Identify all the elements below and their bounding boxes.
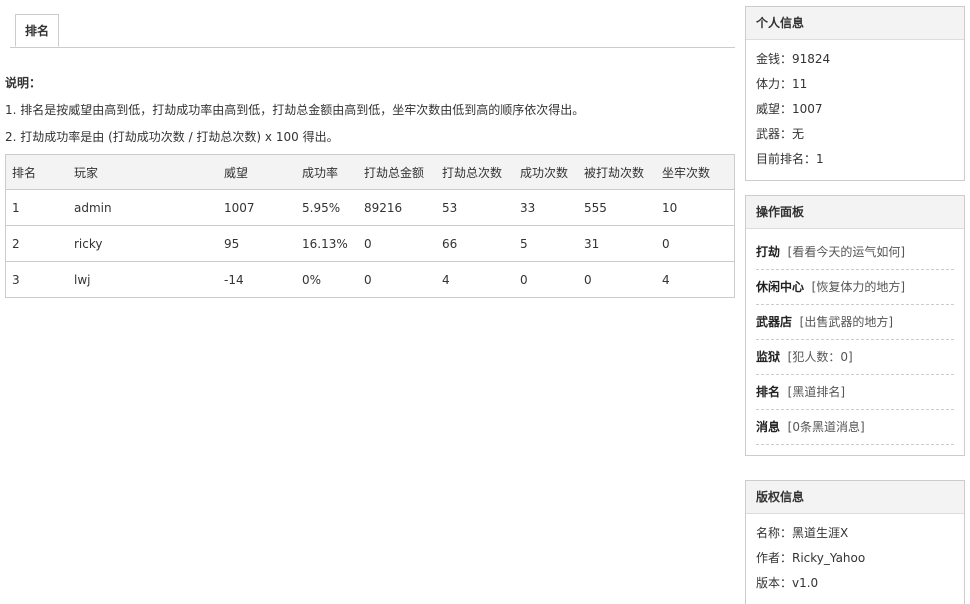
op-desc: [0条黑道消息] [787,420,865,434]
panel-title: 版权信息 [746,481,964,514]
copyright-version: 版本：v1.0 [756,576,819,590]
col-rob-count: 打劫总次数 [436,154,514,190]
op-name[interactable]: 排名 [756,385,780,399]
cell-prestige: 95 [218,225,296,262]
cell-rank: 1 [5,189,68,226]
op-desc: [看看今天的运气如何] [787,245,906,259]
description-heading: 说明： [5,76,42,90]
cell-success-count: 33 [514,189,578,226]
cell-rob-amount: 0 [358,225,436,262]
op-item-weapon-shop[interactable]: 武器店 [出售武器的地方] [756,305,954,340]
panel-title: 个人信息 [746,7,964,40]
cell-success-rate: 0% [302,272,322,287]
op-name[interactable]: 打劫 [756,245,780,259]
table-row: 3 lwj -14 0% 0 4 0 0 4 [6,262,735,298]
col-jail-count: 坐牢次数 [656,154,735,190]
copyright-author: 作者：Ricky_Yahoo [756,551,866,565]
cell-rob-amount: 0 [364,272,372,287]
tab-bar: 排名 [10,0,735,48]
cell-jail-count: 0 [656,225,735,262]
description-line-2: 2. 打劫成功率是由 (打劫成功次数 / 打劫总次数) x 100 得出。 [5,130,339,144]
info-rank: 目前排名：1 [756,152,824,166]
cell-rank: 3 [12,272,20,287]
op-item-leisure[interactable]: 休闲中心 [恢复体力的地方] [756,270,954,305]
info-prestige: 威望：1007 [756,102,823,116]
cell-robbed-count: 0 [584,272,592,287]
cell-robbed-count: 555 [578,189,656,226]
cell-rob-count: 4 [442,272,450,287]
op-item-jail[interactable]: 监狱 [犯人数：0] [756,340,954,375]
cell-success-count: 5 [514,225,578,262]
cell-jail-count: 10 [656,189,735,226]
op-item-messages[interactable]: 消息 [0条黑道消息] [756,410,954,445]
cell-success-rate: 5.95% [296,189,358,226]
personal-info-panel: 个人信息 金钱：91824 体力：11 威望：1007 武器：无 目前排名：1 [745,6,965,181]
ranking-table: 排名 玩家 威望 成功率 打劫总金额 打劫总次数 成功次数 被打劫次数 坐牢次数… [5,154,735,298]
col-player: 玩家 [68,154,218,190]
copyright-name: 名称：黑道生涯X [756,526,849,540]
cell-jail-count: 4 [662,272,670,287]
col-prestige: 威望 [218,154,296,190]
cell-prestige: 1007 [218,189,296,226]
operations-panel: 操作面板 打劫 [看看今天的运气如何] 休闲中心 [恢复体力的地方] 武器店 [… [745,195,965,456]
info-money: 金钱：91824 [756,52,831,66]
col-success-count: 成功次数 [514,154,578,190]
main-content: 排名 说明： 1. 排名是按威望由高到低，打劫成功率由高到低，打劫总金额由高到低… [5,0,735,298]
op-item-rob[interactable]: 打劫 [看看今天的运气如何] [756,235,954,270]
cell-player: admin [68,189,218,226]
cell-success-count: 0 [520,272,528,287]
op-desc: [黑道排名] [787,385,846,399]
cell-rob-amount: 89216 [358,189,436,226]
op-desc: [恢复体力的地方] [811,280,906,294]
copyright-panel: 版权信息 名称：黑道生涯X 作者：Ricky_Yahoo 版本：v1.0 [745,480,965,604]
cell-prestige: -14 [224,272,244,287]
cell-rank: 2 [5,225,68,262]
op-desc: [犯人数：0] [787,350,853,364]
op-item-ranking[interactable]: 排名 [黑道排名] [756,375,954,410]
op-name[interactable]: 休闲中心 [756,280,804,294]
description-line-1: 1. 排名是按威望由高到低，打劫成功率由高到低，打劫总金额由高到低，坐牢次数由低… [5,103,585,117]
info-weapon: 武器：无 [756,127,805,141]
op-desc: [出售武器的地方] [799,315,894,329]
cell-robbed-count: 31 [578,225,656,262]
cell-rob-count: 66 [436,225,514,262]
col-success-rate: 成功率 [296,154,358,190]
cell-player: lwj [74,272,91,287]
panel-title: 操作面板 [746,196,964,229]
info-stamina: 体力：11 [756,77,808,91]
col-rank: 排名 [5,154,68,190]
description: 说明： 1. 排名是按威望由高到低，打劫成功率由高到低，打劫总金额由高到低，坐牢… [5,70,735,151]
col-rob-amount: 打劫总金额 [358,154,436,190]
op-name[interactable]: 消息 [756,420,780,434]
table-header-row: 排名 玩家 威望 成功率 打劫总金额 打劫总次数 成功次数 被打劫次数 坐牢次数 [5,154,735,190]
tab-ranking[interactable]: 排名 [15,14,59,47]
col-robbed-count: 被打劫次数 [578,154,656,190]
cell-player: ricky [68,225,218,262]
table-row: 2 ricky 95 16.13% 0 66 5 31 0 [5,225,735,262]
cell-success-rate: 16.13% [296,225,358,262]
cell-rob-count: 53 [436,189,514,226]
op-name[interactable]: 监狱 [756,350,780,364]
table-row: 1 admin 1007 5.95% 89216 53 33 555 10 [5,189,735,226]
op-name[interactable]: 武器店 [756,315,792,329]
